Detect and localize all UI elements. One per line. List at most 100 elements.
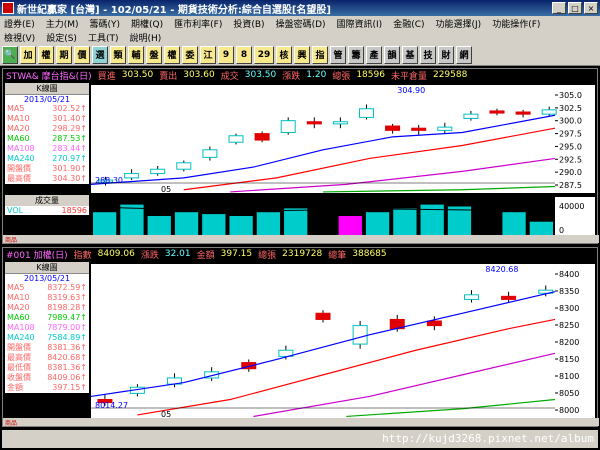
menu-item[interactable]: 檢視(V) (4, 31, 35, 44)
toolbar-button[interactable]: 8 (236, 45, 252, 64)
legend-row: MA108 283.44↑ (5, 144, 89, 154)
toolbar-button[interactable]: 盤 (146, 45, 162, 64)
toolbar-button[interactable]: 加 (20, 45, 36, 64)
index-symbol[interactable]: #001 加權(日) (6, 248, 68, 261)
candle-body (515, 111, 531, 115)
candle-body (385, 125, 401, 131)
toolbar-button[interactable]: 29 (254, 45, 274, 64)
volume-key: VOL (7, 206, 24, 215)
y-tick-label: 8100 (559, 372, 579, 381)
toolbar-button[interactable]: 9 (218, 45, 234, 64)
amount-label: 金額 (196, 250, 215, 261)
legend-value: 283.44↑ (52, 144, 87, 153)
candlestick-chart-1[interactable]: 305.0 302.5 300.0 297.5 295.0 292.5 290.0 287.5… (3, 81, 597, 255)
y-tick-label: 8400 (559, 270, 579, 279)
legend-key: MA10 (7, 114, 30, 123)
toolbar-button[interactable]: 網 (456, 45, 472, 64)
menu-item[interactable]: 工具(T) (88, 31, 119, 44)
index-change-label: 漲跌 (140, 250, 159, 261)
candle-body (489, 110, 505, 114)
menu-item[interactable]: 籌碼(Y) (90, 17, 121, 30)
candle-body (501, 295, 517, 300)
menu-item[interactable]: 投資(B) (233, 17, 264, 30)
legend-row: MA60 287.53↑ (5, 134, 89, 144)
menu-item[interactable]: 證券(E) (4, 17, 35, 30)
legend-key: MA60 (7, 134, 30, 143)
menu-item[interactable]: 說明(H) (129, 31, 161, 44)
legend-value: 7879.00↑ (47, 323, 87, 332)
candle-body (150, 168, 166, 175)
toolbar-button[interactable]: 核 (276, 45, 292, 64)
legend-key: 金額 (7, 383, 23, 392)
candle-body (306, 121, 322, 125)
trade-count-value: 388685 (352, 249, 387, 259)
volume-bar (393, 208, 417, 235)
toolbar-button[interactable]: 指 (312, 45, 328, 64)
ma-legend-2: K線圖 2013/05/21 MA5 8372.59↑ MA10 8319.63↑ MA… (5, 262, 89, 393)
legend-row: 最高價 8420.68↑ (5, 353, 89, 363)
legend-row: MA60 7989.47↑ (5, 313, 89, 323)
toolbar-button[interactable]: 江 (200, 45, 216, 64)
toolbar-button[interactable]: 權 (164, 45, 180, 64)
legend-row: 金額 397.15↑ (5, 383, 89, 393)
legend-value: 397.15↑ (52, 383, 87, 392)
legend-key: MA5 (7, 283, 25, 292)
toolbar-button[interactable]: 期 (56, 45, 72, 64)
toolbar-button[interactable]: 價 (74, 45, 90, 64)
legend-value: 8319.63↑ (47, 293, 87, 302)
toolbar-button[interactable]: 基 (402, 45, 418, 64)
toolbar-button[interactable]: 委 (182, 45, 198, 64)
volume-bar (475, 208, 499, 235)
open-interest-label: 未平倉量 (390, 71, 427, 82)
close-button[interactable]: × (584, 2, 598, 14)
menu-item[interactable]: 期權(Q) (131, 17, 163, 30)
toolbar-button[interactable]: 產 (366, 45, 382, 64)
menu-item[interactable]: 功能操作(F) (492, 17, 540, 30)
legend-value: 301.40↑ (52, 114, 87, 123)
toolbar-button[interactable]: 管 (330, 45, 346, 64)
toolbar-button[interactable]: 籌 (348, 45, 364, 64)
legend-row: 開盤價 8381.36↑ (5, 343, 89, 353)
price-plot-area (91, 85, 555, 193)
panel-footer-2: 商品 (3, 418, 599, 427)
candlestick-chart-2[interactable]: 8400 8350 8300 8250 8200 8150 8100 8050 8000 8014… (3, 260, 597, 428)
search-icon[interactable]: 🔍 (2, 45, 18, 64)
maximize-button[interactable]: □ (568, 2, 582, 14)
menu-item[interactable]: 金融(C) (393, 17, 424, 30)
legend-key: MA20 (7, 124, 30, 133)
menu-item[interactable]: 匯市利率(F) (174, 17, 222, 30)
toolbar-button[interactable]: 韻 (384, 45, 400, 64)
volume-bar (229, 216, 253, 235)
symbol-name[interactable]: STWA& 摩台指&(日) (6, 69, 92, 82)
y-tick-label: 305.0 (559, 91, 582, 100)
ask-value: 303.60 (183, 70, 215, 80)
toolbar-button[interactable]: 興 (294, 45, 310, 64)
menu-item[interactable]: 設定(S) (46, 31, 77, 44)
legend-value: 298.29↑ (52, 124, 87, 133)
y-tick-label: 295.0 (559, 142, 582, 151)
volume-bar (502, 212, 526, 235)
toolbar-button[interactable]: 輔 (128, 45, 144, 64)
toolbar-button[interactable]: 權 (38, 45, 54, 64)
toolbar-button[interactable]: 技 (420, 45, 436, 64)
menu-item[interactable]: 操盤密碼(D) (276, 17, 326, 30)
index-label: 指數 (73, 250, 92, 261)
change-value: 1.20 (306, 70, 327, 80)
menu-item[interactable]: 功能選擇(J) (436, 17, 482, 30)
legend-row: 收盤價 8409.06↑ (5, 373, 89, 383)
toolbar-button[interactable]: 類 (110, 45, 126, 64)
legend-title: K線圖 (5, 83, 89, 95)
legend-key: MA20 (7, 303, 30, 312)
index-quote-line: #001 加權(日) 指數 8409.06 漲跌 32.01 金額 397.15… (3, 248, 597, 261)
toolbar-button[interactable]: 財 (438, 45, 454, 64)
candle-body (202, 149, 218, 158)
toolbar-button[interactable]: 選 (92, 45, 108, 64)
legend-row: 最高價 304.30↑ (5, 174, 89, 184)
quote-line: STWA& 摩台指&(日) 買進 303.50 賣出 303.60 成交 303… (3, 69, 597, 82)
price-plot-area (91, 264, 555, 418)
menu-item[interactable]: 主力(M) (46, 17, 79, 30)
menu-item[interactable]: 國際資訊(I) (337, 17, 383, 30)
amount-value: 397.15 (220, 249, 253, 259)
minimize-button[interactable]: _ (552, 2, 566, 14)
volume-label: 總張 (332, 71, 351, 82)
